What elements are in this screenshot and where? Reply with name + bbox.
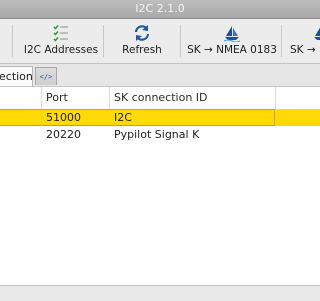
table-cell (0, 109, 42, 126)
refresh-button[interactable]: Refresh (108, 19, 176, 63)
window-title: I2C 2.1.0 (135, 2, 185, 15)
column-header[interactable] (0, 87, 42, 109)
table-cell-port: 51000 (46, 111, 81, 124)
tab-connections-label: ections (0, 70, 33, 83)
sailboat-icon (223, 22, 241, 44)
sailboat-icon (312, 22, 320, 44)
sk-to-nmea0183-button[interactable]: SK → NMEA 0183 (186, 19, 278, 63)
sk-to-nmea0183-label: SK → NMEA 0183 (187, 44, 277, 56)
toolbar-separator (103, 25, 104, 57)
toolbar-separator (180, 25, 181, 57)
column-header-sk-connection-id[interactable]: SK connection ID (110, 87, 276, 109)
refresh-label: Refresh (122, 44, 162, 56)
toolbar-separator (281, 25, 282, 57)
toolbar: I2C Addresses Refresh SK → NMEA 0183 SK … (0, 19, 320, 64)
table-row[interactable]: 20220 Pypilot Signal K (0, 126, 320, 143)
table-cell (0, 126, 42, 143)
column-header-port[interactable]: Port (42, 87, 110, 109)
table-cell-id: I2C (114, 111, 132, 124)
tab-code[interactable]: </> (35, 67, 57, 85)
table-row[interactable]: 51000 I2C (0, 109, 320, 126)
sk-to-other-button[interactable]: SK → I (290, 19, 320, 63)
tab-bar: ections </> (0, 64, 320, 87)
code-icon: </> (39, 72, 53, 81)
sk-to-other-label: SK → I (290, 44, 320, 56)
refresh-icon (133, 22, 151, 44)
toolbar-separator (12, 25, 13, 57)
list-icon (52, 22, 70, 44)
tab-connections[interactable]: ections (0, 66, 33, 86)
i2c-addresses-label: I2C Addresses (23, 44, 99, 56)
status-area (0, 285, 320, 301)
table-cell-id: Pypilot Signal K (114, 128, 200, 141)
table-header: Port SK connection ID (0, 87, 320, 110)
connections-table: Port SK connection ID 51000 I2C 20220 Py… (0, 87, 320, 285)
i2c-addresses-button[interactable]: I2C Addresses (22, 19, 100, 63)
window-titlebar: I2C 2.1.0 (0, 0, 320, 19)
table-cell-port: 20220 (46, 128, 81, 141)
